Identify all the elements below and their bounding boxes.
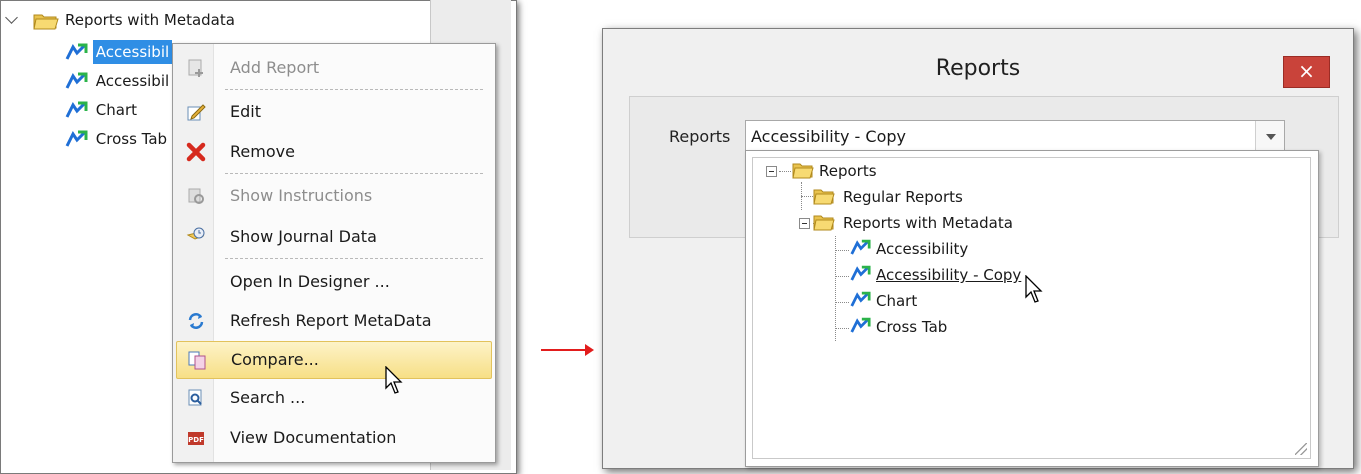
menu-item-edit[interactable]: Edit: [173, 94, 495, 130]
journal-icon: [186, 227, 205, 240]
search-icon: [188, 389, 202, 406]
report-icon: [65, 130, 88, 147]
tree-node-label: Chart: [95, 101, 138, 119]
remove-icon: [186, 142, 206, 162]
tree-node-label: Accessibility: [876, 240, 969, 258]
refresh-icon: [188, 313, 204, 329]
red-arrow-head-icon: [585, 344, 594, 356]
tree-node-report-1[interactable]: Accessibil: [64, 40, 173, 64]
red-arrow-line: [541, 349, 587, 351]
reports-dialog: Reports × Reports Accessibility - Copy R…: [602, 28, 1354, 469]
report-icon: [850, 317, 871, 333]
context-menu: Add Report Edit Remove Show Instructions…: [172, 43, 496, 463]
report-icon: [850, 239, 871, 255]
tree-node-label: Reports: [819, 162, 877, 180]
menu-item-search[interactable]: Search ...: [173, 380, 495, 416]
tree-node-report-4[interactable]: Cross Tab: [64, 127, 170, 151]
menu-item-label: Add Report: [230, 58, 320, 77]
menu-item-remove[interactable]: Remove: [173, 134, 495, 170]
menu-item-label: Remove: [230, 142, 295, 161]
menu-item-label: View Documentation: [230, 428, 397, 447]
menu-separator: [225, 173, 483, 174]
report-icon: [65, 43, 88, 60]
add-report-icon: [188, 59, 203, 77]
edit-icon: [187, 104, 206, 121]
menu-item-label: Show Instructions: [230, 186, 373, 205]
folder-open-icon: [792, 163, 814, 179]
tree-node-label: Accessibil: [92, 40, 173, 64]
tree-node-label: Cross Tab: [876, 318, 948, 336]
mouse-cursor-icon: [385, 366, 403, 394]
menu-item-show-journal-data[interactable]: Show Journal Data: [173, 219, 495, 255]
menu-item-label: Refresh Report MetaData: [230, 311, 432, 330]
report-icon: [65, 101, 88, 118]
report-icon: [65, 72, 88, 89]
tree-connector: [835, 276, 849, 277]
tree-connector: [835, 302, 849, 303]
tree-node-label: Accessibility - Copy: [876, 266, 1022, 284]
instructions-icon: [188, 188, 204, 204]
menu-item-view-documentation[interactable]: PDF View Documentation: [173, 420, 495, 456]
resize-grip-icon[interactable]: [1295, 443, 1307, 455]
combobox-value: Accessibility - Copy: [751, 127, 906, 146]
menu-item-compare[interactable]: Compare...: [176, 341, 492, 379]
tree-root-label: Reports with Metadata: [65, 11, 235, 29]
mouse-cursor-icon: [1025, 275, 1043, 303]
reports-combobox[interactable]: Accessibility - Copy: [745, 120, 1285, 153]
menu-item-show-instructions[interactable]: Show Instructions: [173, 178, 495, 214]
menu-item-add-report[interactable]: Add Report: [173, 50, 495, 86]
menu-separator: [225, 89, 483, 90]
tree-view: Reports Regular Reports Reports with Met…: [752, 157, 1311, 459]
compare-icon: [188, 351, 206, 370]
collapse-toggle-icon[interactable]: [766, 166, 777, 177]
reports-dropdown-tree: Reports Regular Reports Reports with Met…: [745, 150, 1319, 467]
collapse-toggle-icon[interactable]: [799, 218, 810, 229]
report-icon: [850, 265, 871, 281]
tree-connector: [835, 236, 836, 341]
menu-separator: [225, 258, 483, 259]
menu-item-label: Edit: [230, 102, 261, 121]
tree-node-label: Cross Tab: [95, 130, 168, 148]
tree-node-label: Regular Reports: [843, 188, 963, 206]
menu-item-refresh-report-metadata[interactable]: Refresh Report MetaData: [173, 303, 495, 339]
folder-open-icon: [813, 215, 835, 231]
tree-node-label: Reports with Metadata: [843, 214, 1013, 232]
tree-node-label: Chart: [876, 292, 918, 310]
folder-open-icon: [33, 14, 59, 30]
reports-field-label: Reports: [669, 127, 731, 146]
svg-text:PDF: PDF: [188, 436, 204, 444]
tree-connector: [835, 250, 849, 251]
menu-item-label: Show Journal Data: [230, 227, 377, 246]
menu-item-label: Compare...: [231, 350, 319, 369]
menu-item-label: Open In Designer ...: [230, 272, 390, 291]
menu-item-open-in-designer[interactable]: Open In Designer ...: [173, 264, 495, 300]
pdf-icon: PDF: [188, 432, 204, 445]
close-button[interactable]: ×: [1283, 56, 1330, 88]
report-icon: [850, 291, 871, 307]
folder-open-icon: [813, 189, 835, 205]
tree-node-label: Accessibil: [95, 72, 170, 90]
menu-item-label: Search ...: [230, 388, 306, 407]
tree-connector: [835, 328, 849, 329]
tree-connector: [779, 171, 791, 172]
dropdown-arrow-icon[interactable]: [1255, 121, 1284, 152]
tree-node-report-3[interactable]: Chart: [64, 98, 140, 122]
tree-node-report-2[interactable]: Accessibil: [64, 69, 172, 93]
